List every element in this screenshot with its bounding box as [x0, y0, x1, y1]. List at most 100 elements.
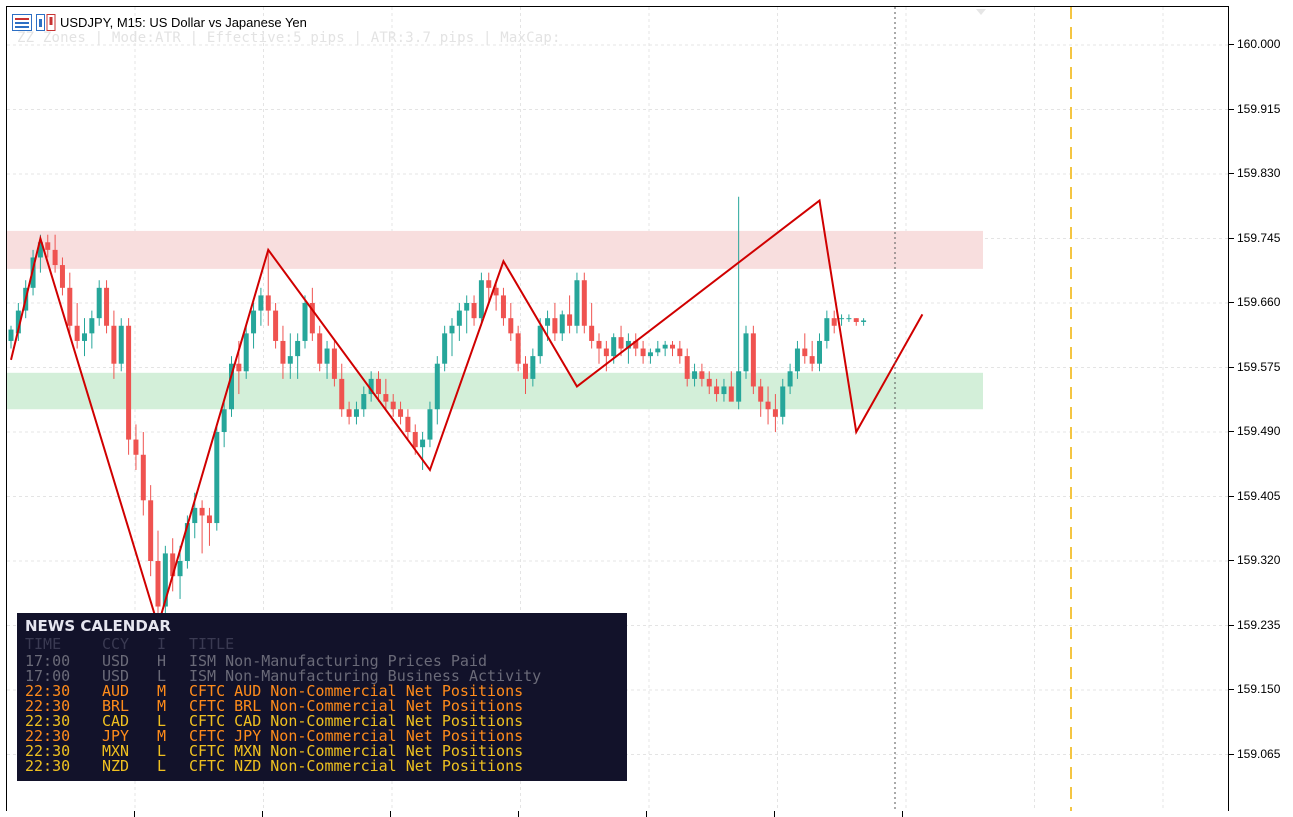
candle-body	[758, 386, 764, 402]
price-tick	[1229, 302, 1234, 303]
candle-body	[846, 318, 852, 320]
candle-body	[434, 363, 440, 410]
price-label: 159.915	[1237, 101, 1281, 116]
candle-body	[787, 371, 793, 387]
candle-body	[706, 378, 712, 387]
time-tick	[518, 811, 519, 817]
candle-body	[772, 409, 778, 417]
candle-body	[192, 507, 198, 524]
candle-body	[273, 310, 279, 341]
candle-body	[251, 310, 257, 334]
indicator-icon[interactable]	[36, 13, 56, 31]
candle-body	[346, 409, 352, 417]
candle-body	[361, 394, 367, 410]
candle-body	[383, 394, 389, 402]
candle-body	[728, 386, 734, 402]
candle-body	[750, 333, 756, 387]
symbol-title: USDJPY, M15: US Dollar vs Japanese Yen	[60, 14, 307, 30]
candle-body	[464, 303, 470, 311]
candle-body	[140, 454, 146, 501]
header-time: TIME	[25, 637, 62, 651]
candle-body	[611, 337, 617, 357]
candle-body	[89, 318, 95, 334]
candle-body	[287, 356, 293, 364]
candle-body	[96, 287, 102, 319]
candle-body	[118, 325, 124, 364]
candle-body	[640, 348, 646, 357]
candle-body	[824, 318, 830, 341]
candle-body	[589, 325, 595, 341]
price-label: 159.575	[1237, 359, 1281, 374]
candle-body	[552, 318, 558, 334]
candle-body	[155, 561, 161, 607]
candle-body	[603, 348, 609, 357]
candle-body	[442, 333, 448, 364]
candle-body	[486, 280, 492, 288]
candle-body	[420, 439, 426, 448]
supply-zone	[7, 230, 983, 269]
candle-body	[515, 333, 521, 364]
news-currency: NZD	[102, 757, 130, 775]
price-tick	[1229, 560, 1234, 561]
bar-chart-icon[interactable]	[12, 13, 32, 31]
candle-body	[574, 280, 580, 326]
candle-body	[45, 242, 51, 250]
news-time: 22:30	[25, 757, 71, 775]
candle-body	[324, 348, 330, 364]
candle-body	[655, 348, 661, 353]
price-tick	[1229, 753, 1234, 755]
candle-body	[331, 348, 337, 379]
candle-body	[662, 344, 668, 349]
candle-body	[398, 409, 404, 417]
header-ccy: CCY	[102, 637, 130, 651]
candle-body	[280, 340, 286, 364]
candle-body	[861, 320, 867, 322]
candle-body	[780, 386, 786, 417]
candle-body	[148, 500, 154, 561]
candle-body	[376, 378, 381, 395]
price-label: 159.830	[1237, 166, 1281, 180]
price-tick	[1229, 624, 1234, 626]
price-label: 159.745	[1237, 230, 1281, 245]
candle-body	[104, 287, 110, 326]
price-label: 159.150	[1237, 682, 1281, 696]
candle-body	[736, 371, 742, 402]
candle-body	[390, 401, 396, 410]
price-label: 159.490	[1237, 424, 1281, 438]
indicator-info-line: ZZ Zones | Mode:ATR | Effective:5 pips |…	[17, 30, 561, 46]
price-tick	[1229, 44, 1234, 45]
candle-body	[427, 409, 433, 440]
price-tick	[1229, 689, 1234, 690]
candle-body	[743, 333, 749, 372]
candle-body	[500, 295, 506, 319]
news-row[interactable]: 22:30 NZD L CFTC NZD Non-Commercial Net Pos…	[17, 759, 627, 774]
candle-body	[405, 416, 411, 432]
candle-body	[206, 515, 212, 524]
candle-body	[581, 280, 587, 326]
candle-body	[809, 356, 815, 364]
demand-zone	[7, 372, 983, 410]
candle-body	[853, 318, 859, 322]
candle-body	[339, 378, 345, 410]
candle-body	[567, 314, 573, 326]
candle-body	[353, 409, 359, 417]
candle-body	[177, 561, 183, 577]
candle-body	[684, 356, 690, 379]
time-tick	[774, 811, 775, 817]
candle-body	[699, 371, 705, 379]
candle-body	[721, 386, 727, 395]
candle-body	[8, 329, 14, 341]
candle-body	[478, 280, 484, 319]
candle-body	[52, 249, 58, 266]
candle-body	[647, 352, 653, 357]
news-calendar-panel[interactable]: NEWS CALENDAR TIME CCY I TITLE 17:00 USD H…	[17, 613, 627, 781]
price-tick	[1229, 237, 1234, 239]
candle-body	[545, 318, 551, 326]
candle-body	[456, 310, 462, 326]
chart-shift-marker[interactable]	[976, 4, 986, 15]
candle-body	[258, 295, 264, 311]
candle-body	[471, 303, 477, 319]
candle-body	[67, 287, 73, 326]
candle-body	[802, 348, 808, 357]
candle-body	[508, 318, 514, 334]
